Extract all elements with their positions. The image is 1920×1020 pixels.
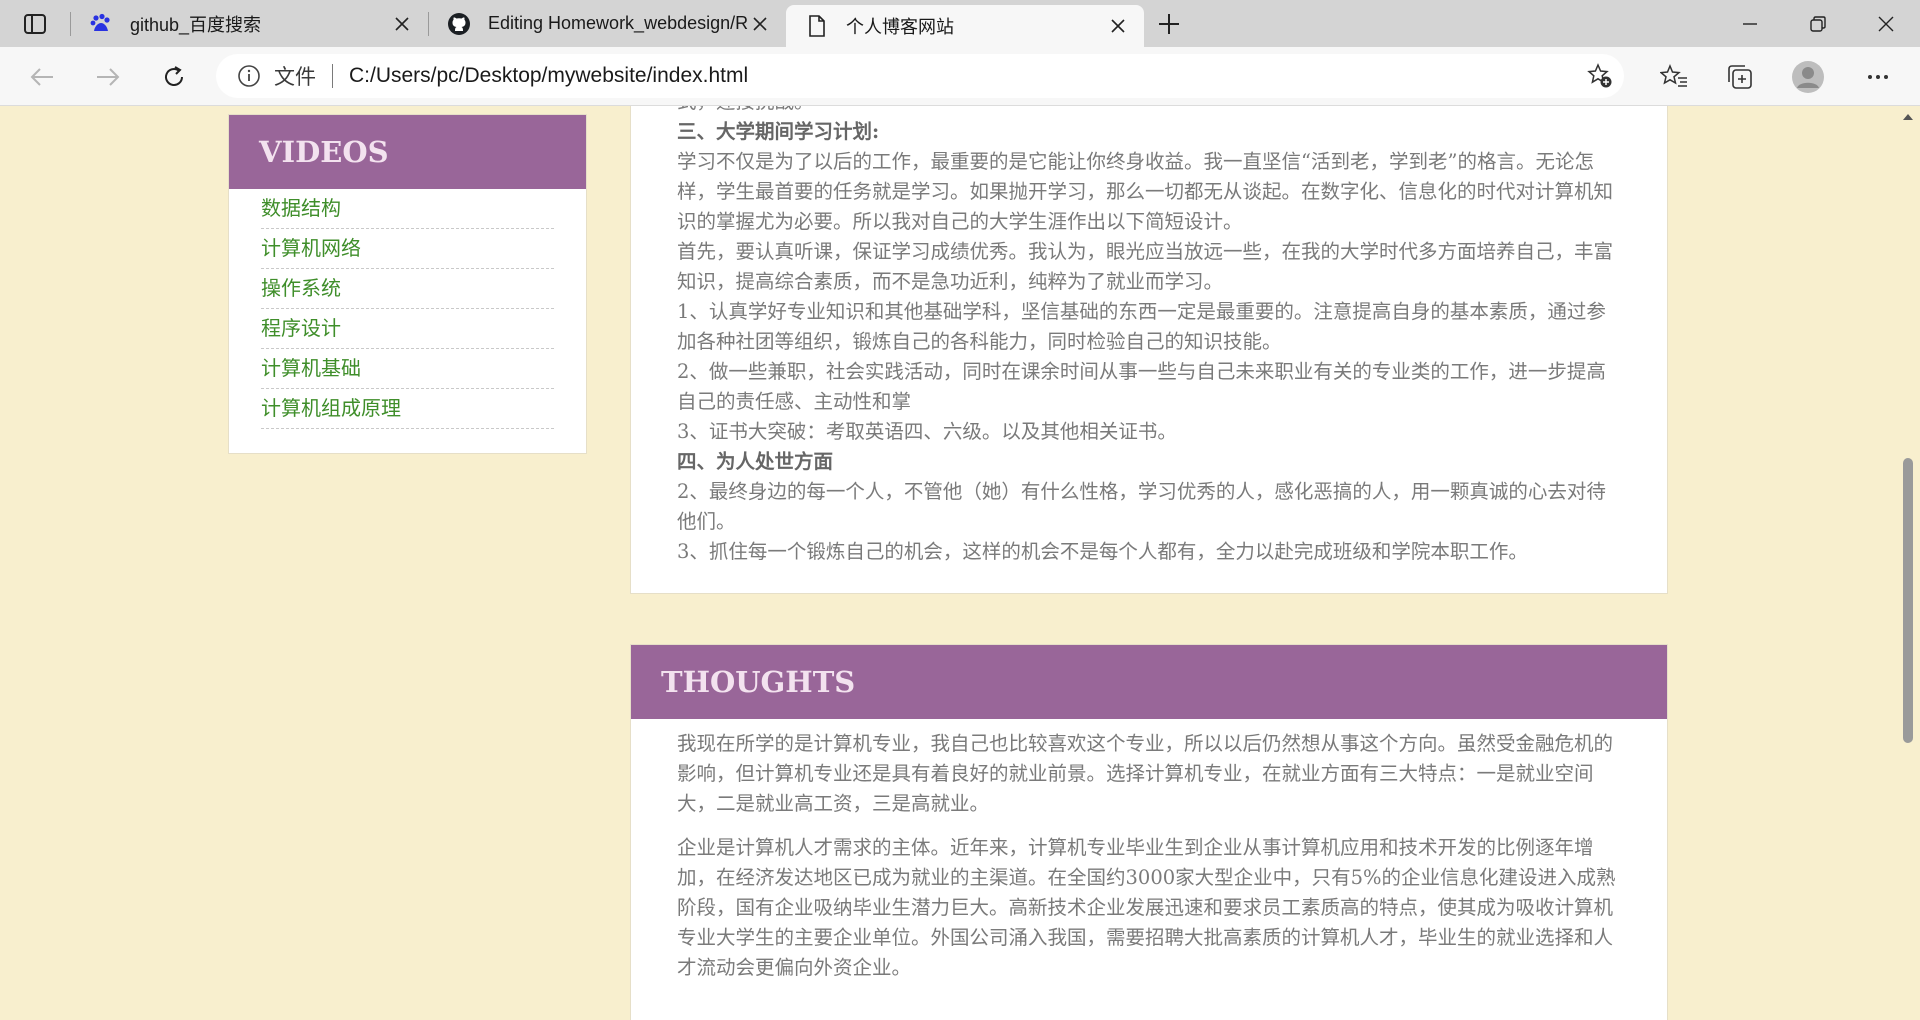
tab-title: Editing Homework_webdesign/R <box>488 13 748 33</box>
close-icon <box>1878 16 1894 31</box>
more-icon <box>1868 75 1888 79</box>
article-heading: 四、为人处世方面 <box>677 450 834 473</box>
settings-more-button[interactable] <box>1860 59 1896 95</box>
scrollbar-thumb[interactable] <box>1903 458 1913 743</box>
profile-button[interactable] <box>1790 59 1826 95</box>
tab-separator <box>70 12 71 36</box>
minimize-button[interactable] <box>1716 0 1784 47</box>
window-controls <box>1716 0 1920 47</box>
forward-button[interactable] <box>90 59 126 95</box>
article-panel: 式，迎接挑战。 三、大学期间学习计划: 学习不仅是为了以后的工作，最重要的是它能… <box>630 106 1668 594</box>
videos-link[interactable]: 操作系统 <box>261 269 554 309</box>
thoughts-body: 我现在所学的是计算机专业，我自己也比较喜欢这个专业，所以以后仍然想从事这个方向。… <box>631 719 1667 983</box>
videos-link[interactable]: 数据结构 <box>261 189 554 229</box>
thoughts-panel: THOUGHTS 我现在所学的是计算机专业，我自己也比较喜欢这个专业，所以以后仍… <box>630 644 1668 1020</box>
article-partial-line: 式，迎接挑战。 <box>677 106 1621 117</box>
page-icon <box>804 13 830 39</box>
videos-heading: VIDEOS <box>229 115 586 189</box>
thoughts-paragraph: 企业是计算机人才需求的主体。近年来，计算机专业毕业生到企业从事计算机应用和技术开… <box>677 836 1616 979</box>
tab-strip: github_百度搜索 Editing Homework_webdesign/R… <box>0 0 1920 47</box>
add-favorite-icon[interactable] <box>1586 62 1614 90</box>
videos-link[interactable]: 计算机组成原理 <box>261 389 554 429</box>
address-divider <box>332 64 333 88</box>
article-paragraph: 2、最终身边的每一个人，不管他（她）有什么性格，学习优秀的人，感化恶搞的人，用一… <box>677 480 1606 533</box>
article-paragraph: 首先，要认真听课，保证学习成绩优秀。我认为，眼光应当放远一些，在我的大学时代多方… <box>677 240 1614 293</box>
article-paragraph: 2、做一些兼职，社会实践活动，同时在课余时间从事一些与自己未来职业有关的专业类的… <box>677 360 1606 413</box>
videos-link[interactable]: 计算机网络 <box>261 229 554 269</box>
restore-icon <box>1810 15 1826 32</box>
article-paragraph: 学习不仅是为了以后的工作，最重要的是它能让你终身收益。我一直坚信“活到老，学到老… <box>677 150 1614 233</box>
thoughts-paragraph: 我现在所学的是计算机专业，我自己也比较喜欢这个专业，所以以后仍然想从事这个方向。… <box>677 732 1614 815</box>
plus-icon <box>1159 13 1179 34</box>
info-icon[interactable] <box>236 63 262 89</box>
forward-arrow-icon <box>97 68 120 86</box>
close-tab-icon[interactable] <box>390 12 414 36</box>
scroll-up-icon[interactable] <box>1903 112 1913 122</box>
protocol-label: 文件 <box>274 66 316 89</box>
tab-actions-button[interactable] <box>0 0 70 47</box>
tab-blog[interactable]: 个人博客网站 <box>786 5 1144 47</box>
article-body: 式，迎接挑战。 三、大学期间学习计划: 学习不仅是为了以后的工作，最重要的是它能… <box>631 106 1667 567</box>
videos-panel: VIDEOS 数据结构 计算机网络 操作系统 程序设计 计算机基础 计算机组成原… <box>228 114 587 454</box>
browser-toolbar: 文件 C:/Users/pc/Desktop/mywebsite/index.h… <box>0 47 1920 106</box>
tab-baidu[interactable]: github_百度搜索 <box>70 0 428 47</box>
url-text[interactable]: C:/Users/pc/Desktop/mywebsite/index.html <box>349 64 748 88</box>
vertical-scrollbar[interactable] <box>1896 106 1920 1020</box>
article-heading: 三、大学期间学习计划: <box>677 120 880 143</box>
article-paragraph: 1、认真学好专业知识和其他基础学科，坚信基础的东西一定是最重要的。注意提高自身的… <box>677 300 1606 353</box>
refresh-button[interactable] <box>156 59 192 95</box>
close-tab-icon[interactable] <box>748 12 772 36</box>
favorites-button[interactable] <box>1656 59 1692 95</box>
videos-link[interactable]: 程序设计 <box>261 309 554 349</box>
close-tab-icon[interactable] <box>1106 14 1130 38</box>
new-tab-button[interactable] <box>1144 0 1194 47</box>
minimize-icon <box>1743 22 1757 25</box>
tab-title: github_百度搜索 <box>130 14 262 35</box>
collections-button[interactable] <box>1722 59 1758 95</box>
github-icon <box>446 11 472 37</box>
back-arrow-icon <box>30 68 53 86</box>
tab-github[interactable]: Editing Homework_webdesign/R <box>428 0 786 47</box>
tab-separator <box>428 12 429 36</box>
restore-button[interactable] <box>1784 0 1852 47</box>
refresh-icon <box>165 66 183 86</box>
favorites-icon <box>1660 64 1687 87</box>
videos-link[interactable]: 计算机基础 <box>261 349 554 389</box>
collections-icon <box>1728 65 1752 89</box>
videos-list: 数据结构 计算机网络 操作系统 程序设计 计算机基础 计算机组成原理 <box>229 189 586 429</box>
page-viewport: VIDEOS 数据结构 计算机网络 操作系统 程序设计 计算机基础 计算机组成原… <box>0 106 1896 1020</box>
baidu-icon <box>88 11 114 37</box>
close-window-button[interactable] <box>1852 0 1920 47</box>
article-paragraph: 3、抓住每一个锻炼自己的机会，这样的机会不是每个人都有，全力以赴完成班级和学院本… <box>677 540 1528 563</box>
thoughts-heading: THOUGHTS <box>631 645 1667 719</box>
tab-title: 个人博客网站 <box>846 17 954 37</box>
avatar-icon <box>1792 61 1824 93</box>
back-button[interactable] <box>24 59 60 95</box>
article-paragraph: 3、证书大突破：考取英语四、六级。以及其他相关证书。 <box>677 420 1177 443</box>
tab-actions-icon <box>24 13 46 34</box>
address-bar[interactable]: 文件 C:/Users/pc/Desktop/mywebsite/index.h… <box>216 54 1624 98</box>
